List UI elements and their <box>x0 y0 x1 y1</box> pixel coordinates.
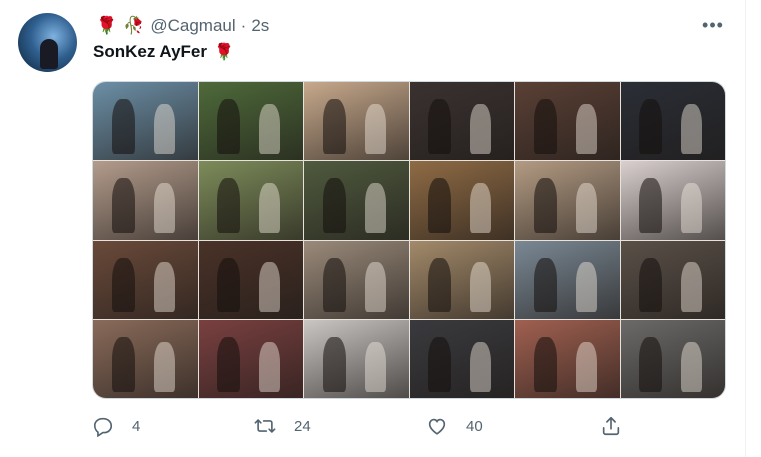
retweet-count: 24 <box>294 417 311 435</box>
tweet-text: SonKez AyFer 🌹 <box>93 42 234 62</box>
heart-icon <box>428 418 446 435</box>
share-icon <box>602 416 620 436</box>
retweet-icon <box>254 419 276 433</box>
timestamp[interactable]: 2s <box>251 16 269 36</box>
tweet[interactable]: 🌹 🥀 @Cagmaul · 2s ••• SonKez AyFer 🌹 4 2… <box>0 0 746 457</box>
collage-photo <box>304 240 409 319</box>
author-handle[interactable]: @Cagmaul <box>150 16 235 36</box>
media-collage[interactable] <box>92 81 726 399</box>
reply-count: 4 <box>132 417 141 435</box>
collage-photo <box>304 82 409 161</box>
share-button[interactable] <box>600 410 640 442</box>
like-count: 40 <box>466 417 483 435</box>
like-button[interactable]: 40 <box>426 410 483 442</box>
collage-photo <box>620 82 725 161</box>
tweet-header: 🌹 🥀 @Cagmaul · 2s <box>96 14 269 38</box>
more-options-icon[interactable]: ••• <box>700 12 726 38</box>
action-bar: 4 24 40 <box>92 410 632 442</box>
collage-photo <box>93 319 198 398</box>
collage-photo <box>409 240 514 319</box>
collage-photo <box>515 82 620 161</box>
separator-dot: · <box>240 16 247 35</box>
collage-photo <box>620 319 725 398</box>
collage-photo <box>198 161 303 240</box>
rose-icon: 🌹 <box>96 16 118 35</box>
collage-photo <box>409 82 514 161</box>
collage-photo <box>409 161 514 240</box>
rose-icon: 🌹 <box>214 44 234 61</box>
collage-photo <box>515 161 620 240</box>
collage-photo <box>93 82 198 161</box>
collage-photo <box>198 240 303 319</box>
retweet-button[interactable]: 24 <box>254 410 311 442</box>
avatar[interactable] <box>18 13 77 72</box>
collage-photo <box>409 319 514 398</box>
collage-photo <box>304 319 409 398</box>
collage-photo <box>198 82 303 161</box>
collage-photo <box>515 319 620 398</box>
collage-photo <box>304 161 409 240</box>
collage-photo <box>620 161 725 240</box>
collage-photo <box>93 240 198 319</box>
reply-button[interactable]: 4 <box>92 410 140 442</box>
collage-photo <box>93 161 198 240</box>
tulip-icon: 🥀 <box>123 16 145 35</box>
reply-icon <box>93 417 113 437</box>
collage-photo <box>515 240 620 319</box>
tweet-text-content: SonKez AyFer <box>93 42 207 61</box>
collage-photo <box>198 319 303 398</box>
collage-photo <box>620 240 725 319</box>
